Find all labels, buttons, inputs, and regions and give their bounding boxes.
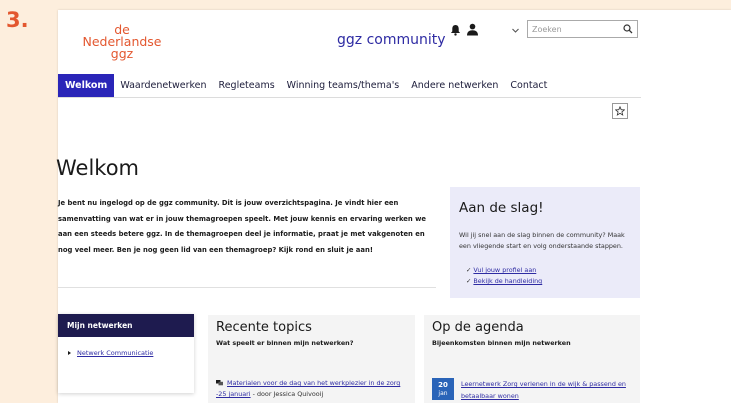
check-icon: ✓ (466, 277, 472, 285)
nav-divider (58, 97, 641, 98)
nederlandse-ggz-logo[interactable]: de Nederlandse ggz (72, 23, 172, 61)
bullet-icon (68, 351, 71, 355)
nav-item-waardenetwerken[interactable]: Waardenetwerken (114, 74, 212, 97)
main-navigation: Welkom Waardenetwerken Regleteams Winnin… (58, 74, 553, 97)
aan-de-slag-panel: Aan de slag! Wil jij snel aan de slag bi… (450, 187, 640, 298)
search-icon[interactable] (623, 24, 633, 34)
nav-item-contact[interactable]: Contact (504, 74, 553, 97)
agenda-card: Op de agenda Bijeenkomsten binnen mijn n… (424, 315, 640, 403)
step-link-row: ✓ Bekijk de handleiding (466, 276, 542, 287)
event-date-badge: 20 jan (432, 378, 454, 400)
chevron-down-icon[interactable] (511, 26, 520, 35)
recente-topics-subtitle: Wat speelt er binnen mijn netwerken? (216, 339, 354, 347)
recente-topics-card: Recente topics Wat speelt er binnen mijn… (208, 315, 415, 403)
netwerk-communicatie-link[interactable]: Netwerk Communicatie (77, 349, 153, 357)
handleiding-link[interactable]: Bekijk de handleiding (473, 277, 542, 285)
step-link-row: ✓ Vul jouw profiel aan (466, 265, 542, 276)
intro-text: Je bent nu ingelogd op de ggz community.… (58, 199, 426, 254)
check-icon: ✓ (466, 266, 472, 274)
aan-de-slag-description: Wil jij snel aan de slag binnen de commu… (459, 231, 625, 250)
topic-item: Materialen voor de dag van het werkplezi… (216, 378, 411, 400)
event-day: 20 (438, 381, 448, 389)
topic-icon (216, 380, 223, 386)
logo-line-3: ggz (110, 46, 134, 61)
nav-item-winning-teams[interactable]: Winning teams/thema's (281, 74, 406, 97)
site-brand[interactable]: ggz community (337, 32, 446, 48)
event-link[interactable]: Leernetwerk Zorg verlenen in de wijk & p… (461, 380, 626, 400)
mijn-netwerken-panel: Mijn netwerken Netwerk Communicatie (58, 314, 194, 393)
event-item: Leernetwerk Zorg verlenen in de wijk & p… (461, 378, 636, 402)
list-item: Netwerk Communicatie (68, 349, 153, 357)
mijn-netwerken-title: Mijn netwerken (58, 314, 194, 337)
aan-de-slag-links: ✓ Vul jouw profiel aan ✓ Bekijk de handl… (466, 265, 542, 287)
search-box[interactable] (527, 20, 638, 38)
recente-topics-title: Recente topics (216, 320, 312, 335)
nav-item-regleteams[interactable]: Regleteams (213, 74, 281, 97)
profiel-aanvullen-link[interactable]: Vul jouw profiel aan (473, 266, 536, 274)
event-month: jan (438, 390, 448, 397)
aan-de-slag-title: Aan de slag! (459, 200, 544, 216)
search-input[interactable] (532, 21, 620, 37)
topic-meta: - door Jessica Quivooij (250, 390, 324, 398)
agenda-title: Op de agenda (432, 320, 524, 335)
star-icon (615, 106, 625, 116)
user-icon[interactable] (466, 23, 479, 36)
nav-item-andere-netwerken[interactable]: Andere netwerken (405, 74, 504, 97)
nav-item-welkom[interactable]: Welkom (58, 74, 115, 97)
agenda-subtitle: Bijeenkomsten binnen mijn netwerken (432, 339, 571, 347)
bell-icon[interactable] (450, 24, 461, 36)
step-number: 3. (6, 8, 29, 32)
favorite-button[interactable] (612, 103, 628, 119)
content-divider (58, 287, 436, 288)
page-title: Welkom (56, 156, 140, 180)
